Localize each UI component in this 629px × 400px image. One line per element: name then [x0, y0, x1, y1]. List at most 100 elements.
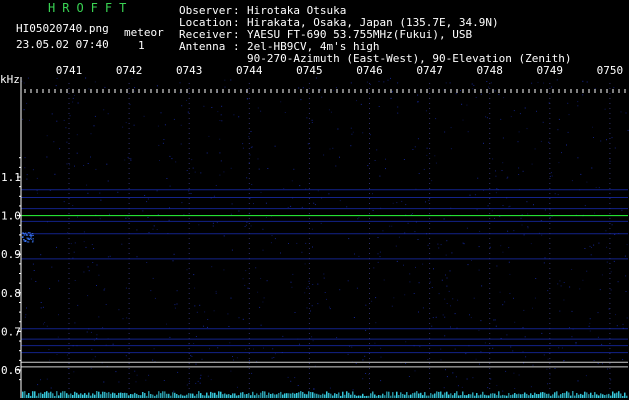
baseline-noise-bar [480, 394, 482, 398]
noise-speck [260, 324, 262, 326]
noise-speck [435, 316, 437, 318]
baseline-noise-bar [264, 391, 266, 398]
noise-speck [76, 134, 78, 136]
noise-speck [284, 112, 286, 113]
baseline-noise-bar [28, 393, 30, 398]
noise-speck [311, 336, 313, 338]
noise-speck [27, 77, 29, 79]
noise-speck [33, 270, 35, 271]
baseline-noise-bar [272, 393, 274, 398]
noise-speck [86, 331, 88, 333]
noise-speck [518, 167, 520, 169]
noise-speck [586, 81, 588, 83]
noise-speck [589, 318, 591, 320]
noise-speck [549, 209, 551, 211]
noise-speck [522, 327, 524, 329]
baseline-noise-bar [464, 395, 466, 398]
baseline-noise-bar [462, 391, 464, 398]
noise-speck [494, 90, 496, 92]
noise-speck [169, 185, 171, 187]
x-tick-label: 0748 [476, 65, 503, 77]
noise-speck [55, 85, 57, 87]
noise-speck [499, 216, 501, 217]
noise-speck [98, 316, 100, 318]
noise-speck [379, 175, 381, 177]
noise-speck [472, 88, 474, 90]
baseline-noise-bar [156, 394, 158, 398]
baseline-noise-bar [30, 395, 32, 398]
noise-speck [230, 297, 232, 299]
noise-speck [300, 99, 302, 101]
baseline-noise-bar [494, 393, 496, 398]
baseline-noise-bar [490, 393, 492, 398]
noise-speck [593, 137, 594, 138]
noise-speck [543, 262, 545, 264]
spectrogram: 0741 0742 0743 0744 0745 0746 0747 0748 0749 0750… [0, 65, 629, 398]
baseline-noise-bar [320, 394, 322, 398]
noise-speck [242, 278, 244, 280]
baseline-noise-bar [242, 392, 244, 398]
noise-speck [191, 355, 193, 357]
noise-speck [466, 378, 468, 380]
noise-speck [22, 118, 24, 120]
baseline-noise-bar [382, 393, 384, 398]
noise-speck [150, 290, 152, 292]
noise-speck [431, 180, 433, 182]
baseline-noise-bar [316, 393, 318, 398]
noise-speck [599, 289, 601, 291]
noise-speck [221, 105, 223, 107]
noise-speck [466, 227, 468, 229]
noise-speck [46, 378, 48, 380]
baseline-noise-bar [212, 392, 214, 398]
noise-speck [412, 213, 413, 214]
noise-speck [56, 354, 58, 355]
noise-speck [274, 238, 276, 240]
noise-speck [58, 280, 60, 282]
noise-speck [189, 380, 190, 382]
noise-speck [22, 241, 24, 242]
noise-speck [473, 297, 475, 299]
noise-speck [72, 101, 74, 103]
noise-speck [496, 385, 498, 386]
noise-speck [476, 209, 478, 211]
noise-speck [23, 109, 25, 111]
noise-speck [40, 379, 41, 381]
noise-speck [606, 246, 608, 248]
noise-speck [593, 244, 595, 246]
baseline-noise-bar [218, 391, 220, 398]
noise-speck [43, 323, 44, 325]
noise-speck [487, 205, 489, 207]
noise-speck [103, 109, 105, 111]
noise-speck [398, 236, 400, 238]
noise-speck [230, 213, 232, 215]
noise-speck [558, 347, 560, 349]
noise-speck [518, 174, 520, 175]
baseline-noise-bar [282, 394, 284, 398]
x-tick-label: 0749 [537, 65, 564, 77]
noise-speck [187, 111, 189, 113]
baseline-noise-bar [288, 393, 290, 398]
baseline-noise-bar [372, 391, 374, 398]
noise-speck [245, 270, 247, 272]
noise-speck [290, 205, 292, 207]
noise-speck [358, 217, 360, 219]
noise-speck [502, 137, 504, 139]
baseline-noise-bar [332, 395, 334, 398]
noise-speck [475, 97, 477, 98]
baseline-noise-bar [110, 393, 112, 398]
noise-speck [542, 121, 544, 123]
noise-speck [397, 106, 399, 108]
noise-speck [561, 152, 562, 154]
noise-speck [74, 165, 75, 167]
noise-speck [417, 94, 419, 96]
noise-speck [223, 235, 225, 237]
meteor-echo [32, 238, 34, 240]
noise-speck [463, 243, 465, 245]
noise-speck [354, 253, 355, 255]
noise-speck [312, 284, 314, 285]
baseline-noise-bar [124, 392, 126, 398]
noise-speck [122, 318, 124, 320]
noise-speck [376, 149, 378, 151]
noise-speck [135, 381, 137, 383]
noise-speck [247, 98, 248, 100]
